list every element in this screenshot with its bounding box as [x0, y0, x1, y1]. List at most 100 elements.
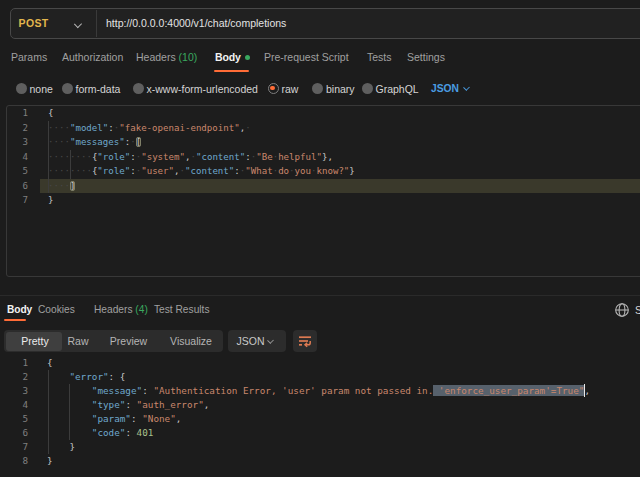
code-line[interactable]: 5········{"role":·"user",·"content":·"Wh… — [7, 164, 640, 179]
tab-authorization[interactable]: Authorization — [62, 44, 123, 71]
code-text: { — [40, 106, 640, 121]
radio-icon — [133, 83, 144, 94]
tab-headers[interactable]: Headers (4) — [94, 298, 148, 322]
tab-headers[interactable]: Headers (10) — [136, 44, 197, 71]
code-text: "type": "auth_error", — [40, 398, 640, 412]
whitespace-dot: · — [273, 152, 278, 162]
radio-icon — [312, 83, 323, 94]
view-tab-raw[interactable]: Raw — [67, 330, 88, 352]
line-number: 3 — [0, 384, 40, 398]
view-tab-preview[interactable]: Preview — [110, 330, 147, 352]
code-line[interactable]: 3····"messages":·[ — [7, 135, 640, 150]
response-tabs: BodyCookiesHeaders (4)Test Results — [0, 298, 640, 322]
indent-guide — [48, 121, 49, 194]
postman-request-view: { "colors": { "accent_orange": "#ff6c37"… — [0, 0, 640, 477]
code-token: } — [69, 441, 75, 452]
status-label-clipped: S — [635, 298, 640, 322]
code-line[interactable]: 6 "code": 401 — [0, 426, 640, 440]
code-line[interactable]: 1{ — [7, 106, 640, 121]
code-token: { — [120, 371, 126, 382]
chevron-down-icon[interactable] — [75, 21, 83, 29]
code-token: · — [245, 123, 250, 133]
body-type-radio-none[interactable]: none — [16, 77, 53, 100]
tab-count-badge: (4) — [133, 304, 148, 315]
code-token: ···· — [48, 181, 70, 191]
line-number: 8 — [0, 454, 40, 468]
body-language-label: JSON — [431, 83, 459, 94]
code-token: , — [204, 399, 210, 410]
body-type-radio-graphql[interactable]: GraphQL — [362, 77, 419, 100]
tab-cookies[interactable]: Cookies — [38, 298, 75, 322]
code-line[interactable]: 4 "type": "auth_error", — [0, 398, 640, 412]
method-selector[interactable]: POST — [19, 9, 49, 38]
code-token: "fake-openai-endpoint" — [119, 123, 239, 133]
body-type-radio-x-www-form-urlencoded[interactable]: x-www-form-urlencoded — [133, 77, 258, 100]
code-token: "What·do·you·know?" — [245, 166, 349, 176]
line-number: 7 — [0, 440, 40, 454]
request-body-editor[interactable]: 1{2····"model":·"fake-openai-endpoint",·… — [6, 105, 640, 277]
code-line[interactable]: 7} — [7, 193, 640, 208]
active-tab-underline — [4, 319, 26, 321]
code-line[interactable]: 2 "error": { — [0, 370, 640, 384]
code-text: "param": "None", — [40, 412, 640, 426]
response-body-editor[interactable]: 1{2 "error": {3 "message": "Authenticati… — [0, 356, 640, 477]
body-type-radio-binary[interactable]: binary — [312, 77, 355, 100]
view-tab-visualize[interactable]: Visualize — [170, 330, 212, 352]
tab-settings[interactable]: Settings — [407, 44, 445, 71]
tab-tests[interactable]: Tests — [367, 44, 392, 71]
code-line[interactable]: 6····] — [7, 179, 640, 194]
request-url-bar: POST http://0.0.0.0:4000/v1/chat/complet… — [10, 8, 640, 39]
line-number: 7 — [7, 193, 40, 208]
radio-label: x-www-form-urlencoded — [147, 83, 258, 95]
code-line[interactable]: 5 "param": "None", — [0, 412, 640, 426]
code-line[interactable]: 3 "message": "Authentication Error, 'use… — [0, 384, 640, 398]
whitespace-dot: · — [245, 123, 250, 133]
line-number: 2 — [0, 370, 40, 384]
body-type-radio-raw[interactable]: raw — [268, 77, 299, 100]
code-text: ····"model":·"fake-openai-endpoint",· — [40, 121, 640, 136]
code-token — [47, 371, 69, 382]
tab-test-results[interactable]: Test Results — [154, 298, 209, 322]
beautify-button[interactable] — [293, 330, 317, 352]
radio-icon — [16, 83, 27, 94]
code-line[interactable]: 1{ — [0, 356, 640, 370]
code-line[interactable]: 8} — [0, 454, 640, 468]
line-number: 1 — [0, 356, 40, 370]
code-token: ···· — [48, 123, 70, 133]
code-line[interactable]: 7 } — [0, 440, 640, 454]
code-line[interactable]: 4········{"role":·"system",·"content":·"… — [7, 150, 640, 165]
code-text: "code": 401 — [40, 426, 640, 440]
whitespace-dot: · — [311, 166, 316, 176]
line-number: 5 — [0, 412, 40, 426]
globe-icon[interactable] — [614, 302, 630, 318]
code-token: "param" — [92, 413, 131, 424]
body-type-row: JSON none form-data x-www-form-urlencoded r… — [0, 77, 640, 100]
code-text: } — [40, 454, 640, 468]
code-token — [47, 441, 69, 452]
tab-pre-request-script[interactable]: Pre-request Script — [264, 44, 349, 71]
code-token: · — [130, 137, 135, 147]
divider — [96, 10, 97, 37]
code-token: "None" — [142, 413, 176, 424]
response-language-select[interactable]: JSON — [228, 330, 286, 352]
line-number: 5 — [7, 164, 40, 179]
code-token: "model" — [70, 123, 108, 133]
code-token: "type" — [92, 399, 126, 410]
body-language-select[interactable]: JSON — [431, 77, 469, 100]
view-tab-pretty[interactable]: Pretty — [21, 330, 48, 352]
url-input[interactable]: http://0.0.0.0:4000/v1/chat/completions — [106, 9, 286, 38]
body-type-radio-form-data[interactable]: form-data — [62, 77, 121, 100]
whitespace-dot: · — [130, 137, 135, 147]
tab-body[interactable]: Body — [215, 44, 250, 71]
divider — [0, 295, 640, 296]
tab-params[interactable]: Params — [11, 44, 47, 71]
code-token: "system" — [141, 152, 185, 162]
code-line[interactable]: 2····"model":·"fake-openai-endpoint",· — [7, 121, 640, 136]
code-token: "Authentication Error, 'user' param not … — [153, 385, 433, 396]
radio-icon — [62, 83, 73, 94]
code-token: "role" — [97, 166, 130, 176]
code-token: "code" — [92, 427, 126, 438]
indent-guide — [48, 370, 49, 454]
code-token: [ — [136, 137, 141, 147]
radio-label: GraphQL — [376, 83, 419, 95]
